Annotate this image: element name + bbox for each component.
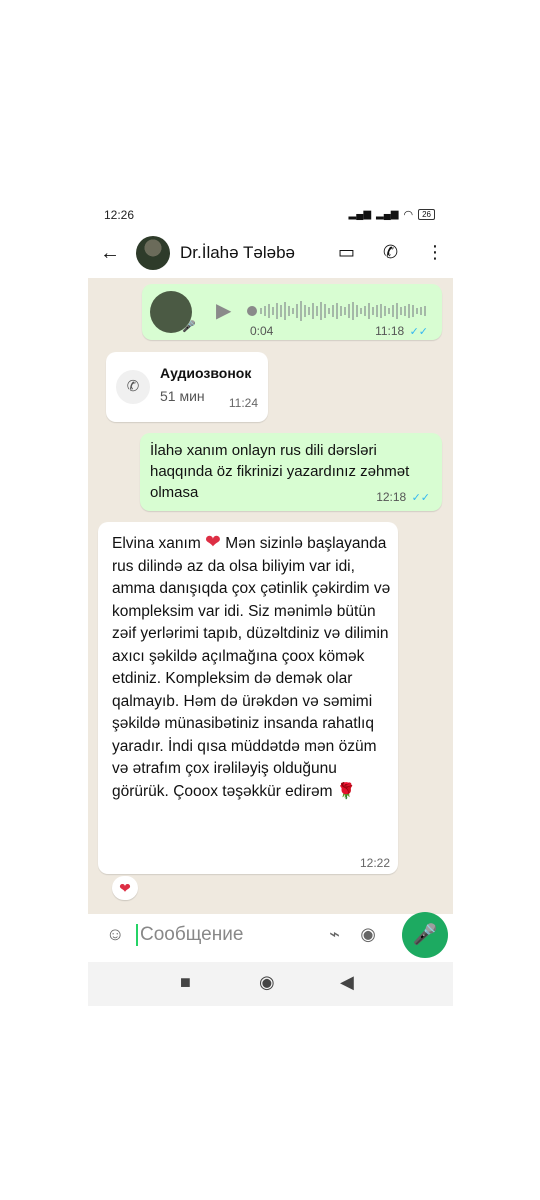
waveform-bar (288, 306, 290, 316)
waveform-bar (384, 306, 386, 316)
reply-time: 12:22 (359, 856, 390, 870)
signal-icon: ▂▄▆ (348, 209, 372, 220)
phone-icon[interactable]: ✆ (383, 242, 398, 263)
audio-call-message[interactable]: ✆ Аудиозвонок 51 мин 11:24 (106, 352, 268, 422)
emoji-sticker-icon[interactable]: ☺ (106, 924, 124, 945)
waveform-bar (372, 307, 374, 315)
call-title: Аудиозвонок (160, 365, 252, 381)
reply-text-thanks: Çooox təşəkkür edirəm (173, 782, 333, 800)
call-time: 11:24 (228, 396, 258, 410)
waveform-bar (320, 302, 322, 320)
waveform-bar (312, 303, 314, 319)
read-ticks-icon: ✓✓ (411, 492, 430, 504)
status-bar: 12:26 ▂▄▆ ▂▄▆ ◠ 26 (88, 196, 453, 232)
waveform-bar (424, 306, 426, 316)
waveform-bar (340, 306, 342, 316)
waveform-bar (300, 301, 302, 321)
waveform-bar (264, 306, 266, 316)
battery-icon: 26 (418, 209, 435, 220)
phone-screen: 12:26 ▂▄▆ ▂▄▆ ◠ 26 ← Dr.İlahə Tələbə ▭ ✆… (88, 196, 453, 1006)
status-time: 12:26 (104, 208, 135, 222)
waveform-bar (408, 304, 410, 318)
waveform-bar (324, 304, 326, 318)
waveform-bar (316, 306, 318, 316)
waveform-bar (420, 307, 422, 315)
incoming-text-message[interactable]: Elvina xanım ❤ Mən sizinlə başlayanda ru… (98, 522, 398, 874)
waveform-bar (376, 305, 378, 317)
contact-avatar[interactable] (136, 236, 170, 270)
voice-duration: 0:04 (250, 324, 274, 338)
voice-time: 11:18 ✓✓ (375, 324, 428, 338)
waveform-bar (412, 305, 414, 317)
waveform-bar (404, 306, 406, 316)
reply-text: Elvina xanım ❤ Mən sizinlə başlayanda ru… (112, 532, 392, 803)
waveform-bar (344, 307, 346, 315)
waveform-bar (416, 308, 418, 314)
call-duration: 51 мин (160, 388, 205, 404)
message-time: 12:18 ✓✓ (376, 490, 430, 504)
reply-text-body: Mən sizinlə başlayanda rus dilində az da… (112, 535, 391, 800)
voice-waveform[interactable] (260, 300, 430, 322)
waveform-bar (268, 304, 270, 318)
camera-icon[interactable]: ◉ (360, 924, 376, 945)
mic-icon: 🎤 (182, 321, 196, 333)
contact-name[interactable]: Dr.İlahə Tələbə (180, 243, 295, 263)
missed-call-icon: ✆ (116, 370, 150, 404)
voice-message: 🎤 ▶ 0:04 11:18 ✓✓ (142, 284, 442, 340)
waveform-bar (356, 305, 358, 317)
waveform-bar (296, 304, 298, 318)
message-input[interactable]: Сообщение (136, 924, 243, 946)
attach-icon[interactable]: ⌁ (329, 924, 340, 945)
status-icons: ▂▄▆ ▂▄▆ ◠ 26 (349, 208, 435, 221)
system-nav-bar: ■ ◉ ◀ (88, 962, 453, 1006)
waveform-bar (360, 308, 362, 314)
waveform-bar (368, 303, 370, 319)
waveform-bar (284, 302, 286, 320)
chat-header: ← Dr.İlahə Tələbə ▭ ✆ ⋮ (88, 232, 453, 278)
play-icon[interactable]: ▶ (216, 298, 231, 323)
waveform-bar (388, 308, 390, 314)
waveform-bar (380, 304, 382, 318)
waveform-bar (272, 307, 274, 315)
back-arrow-icon[interactable]: ← (100, 242, 120, 265)
waveform-bar (364, 306, 366, 316)
video-call-icon[interactable]: ▭ (338, 242, 355, 263)
recent-apps-icon[interactable]: ■ (180, 972, 191, 993)
heart-emoji-icon: ❤ (205, 532, 221, 553)
waveform-bar (280, 305, 282, 317)
playback-slider-handle[interactable] (247, 306, 257, 316)
voice-record-button[interactable]: 🎤 (402, 912, 448, 958)
reply-text-greeting: Elvina xanım (112, 535, 201, 552)
read-ticks-icon: ✓✓ (409, 326, 428, 338)
more-options-icon[interactable]: ⋮ (426, 242, 444, 263)
waveform-bar (396, 303, 398, 319)
outgoing-text-message[interactable]: İlahə xanım onlayn rus dili dərsləri haq… (140, 433, 442, 511)
home-icon[interactable]: ◉ (259, 972, 275, 993)
message-time-text: 12:18 (376, 490, 407, 504)
waveform-bar (260, 308, 262, 314)
waveform-bar (392, 305, 394, 317)
rose-emoji-icon: 🌹 (336, 782, 357, 800)
voice-time-text: 11:18 (375, 324, 405, 338)
waveform-bar (276, 303, 278, 319)
message-composer[interactable]: ☺ Сообщение ⌁ ◉ (94, 914, 396, 958)
waveform-bar (336, 303, 338, 319)
heart-reaction-icon[interactable]: ❤ (112, 876, 138, 900)
wifi-icon: ◠ (403, 209, 414, 221)
waveform-bar (292, 308, 294, 314)
waveform-bar (328, 308, 330, 314)
waveform-bar (352, 302, 354, 320)
signal-icon-2: ▂▄▆ (376, 209, 399, 220)
nav-back-icon[interactable]: ◀ (340, 972, 354, 993)
waveform-bar (348, 304, 350, 318)
waveform-bar (304, 305, 306, 317)
chat-area: 🎤 ▶ 0:04 11:18 ✓✓ ✆ Аудиозвонок 51 мин 1… (88, 278, 453, 914)
waveform-bar (332, 305, 334, 317)
waveform-bar (400, 307, 402, 315)
waveform-bar (308, 307, 310, 315)
